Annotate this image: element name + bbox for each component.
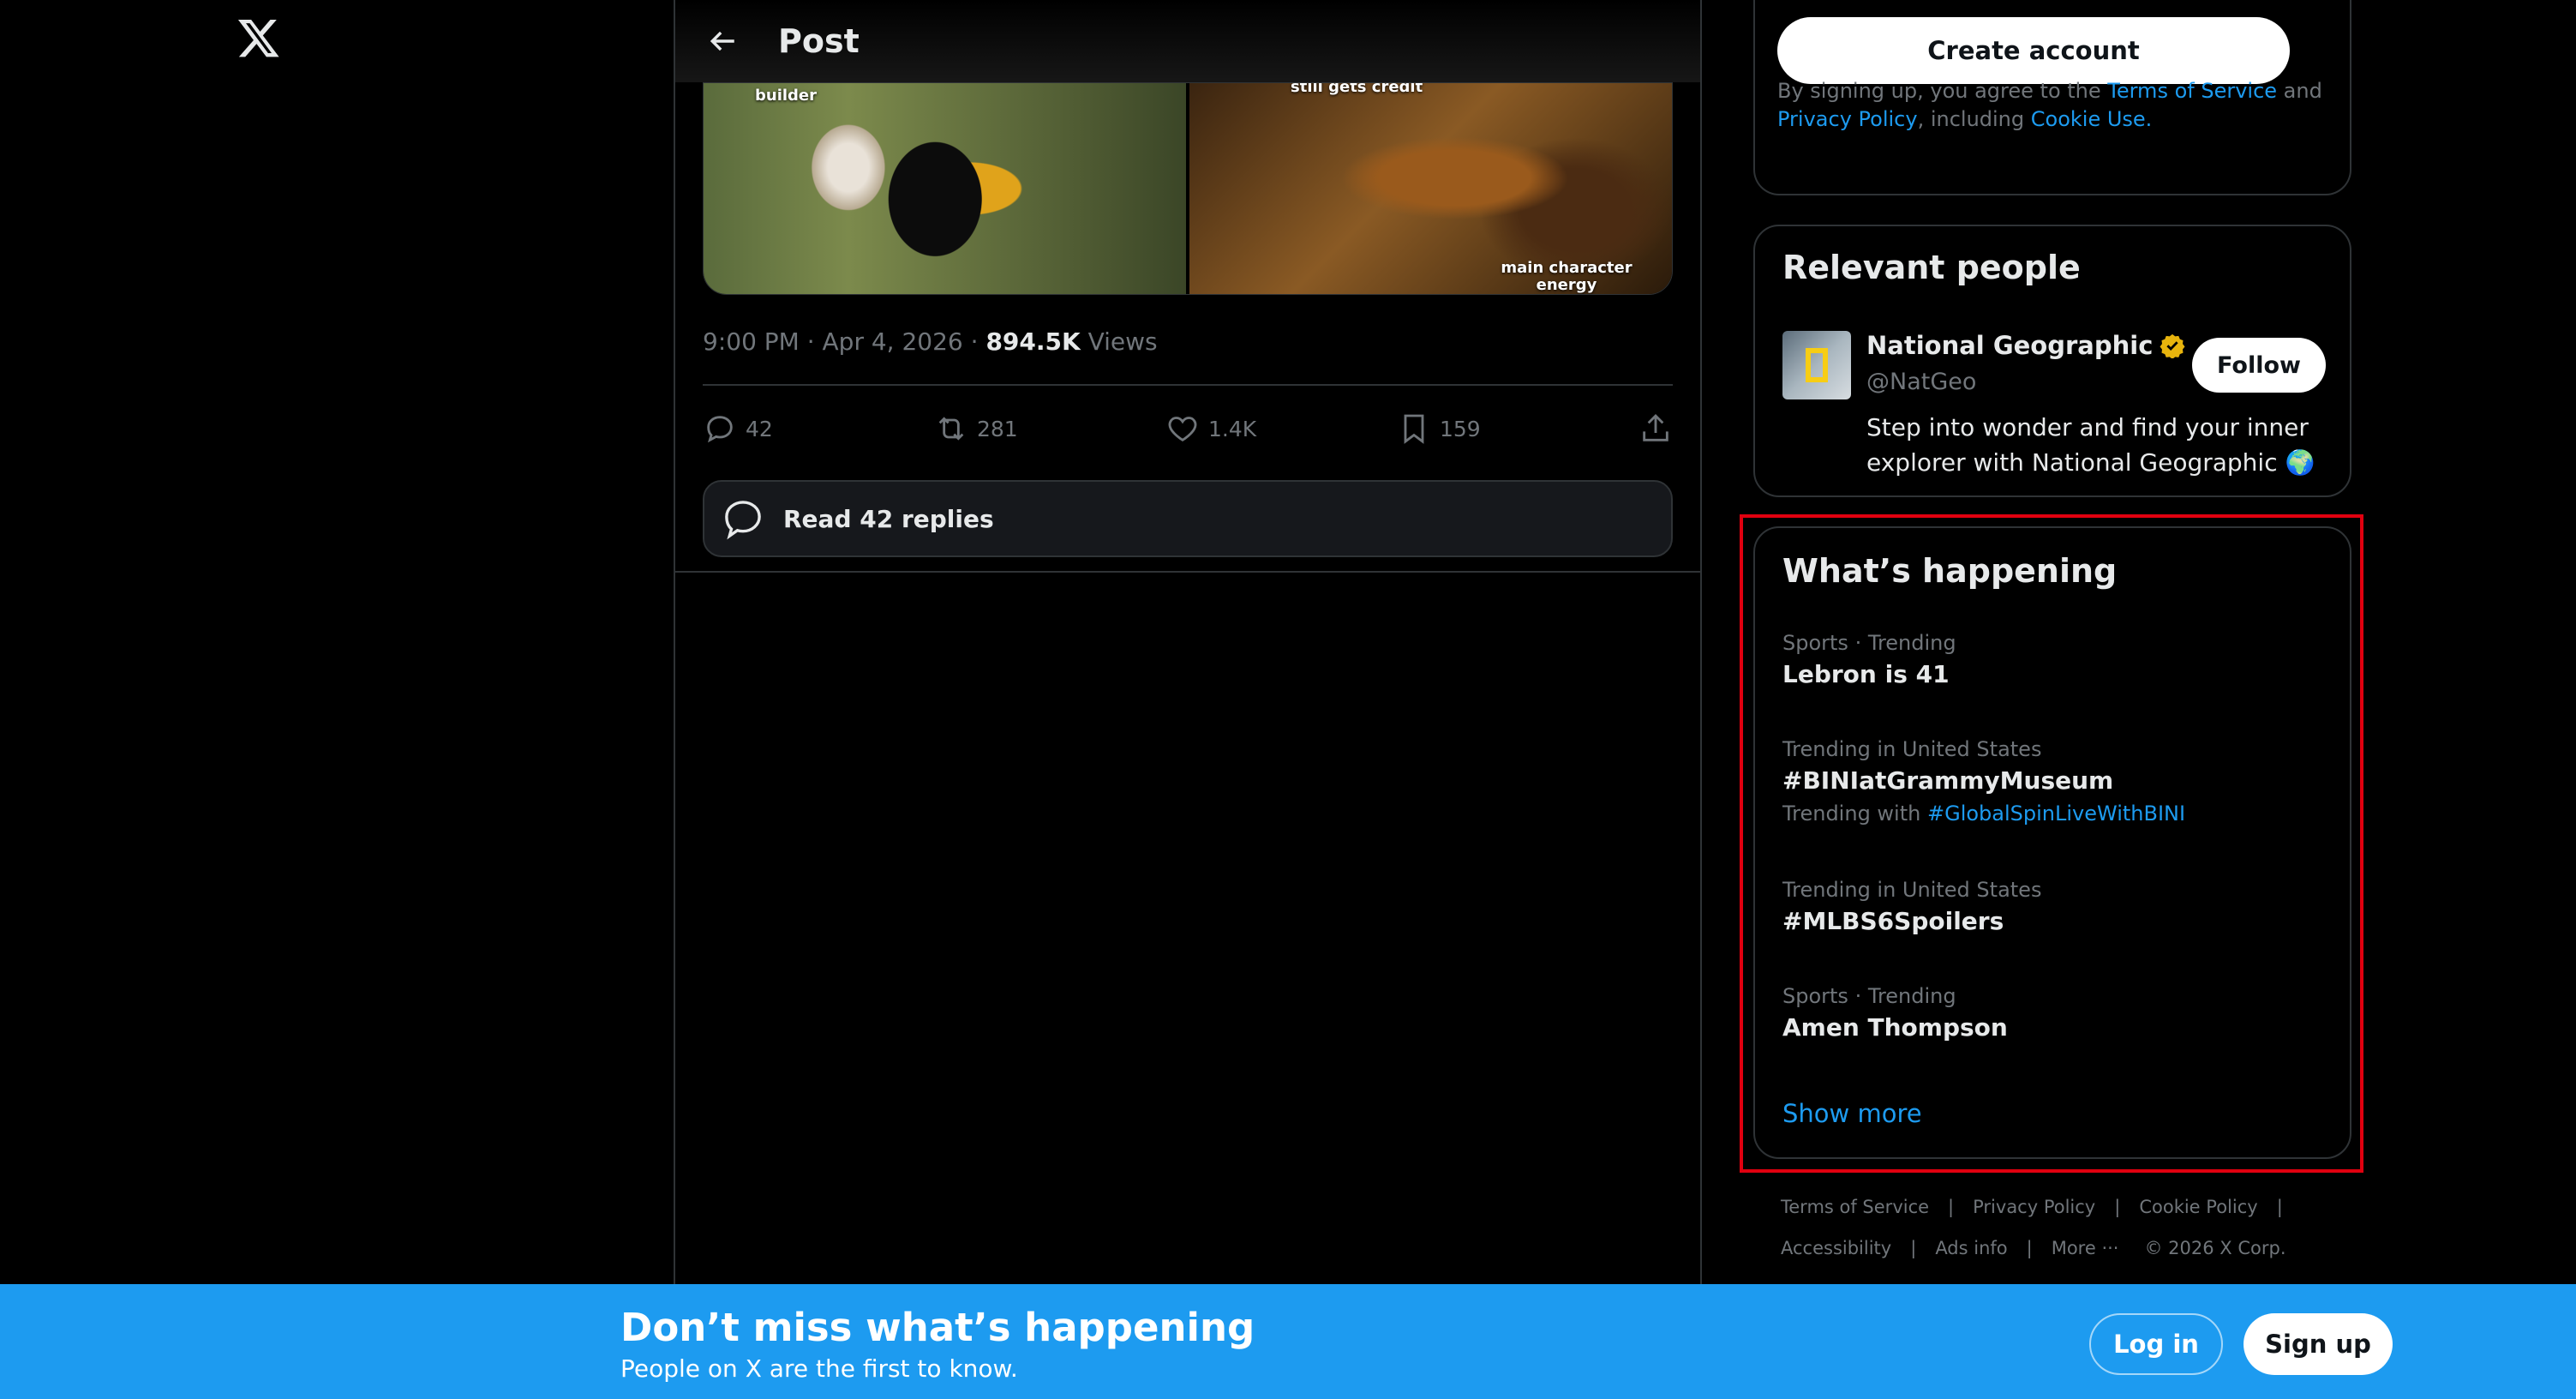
post-actions: 42 281 1.4K 159 [703, 403, 1673, 454]
post-views-count: 894.5K [985, 327, 1081, 356]
footer-more-button[interactable]: More ··· [2052, 1238, 2119, 1258]
terms-link[interactable]: Terms of Service [2107, 79, 2277, 103]
bookmark-count: 159 [1440, 416, 1481, 441]
like-button[interactable]: 1.4K [1165, 411, 1397, 446]
share-button[interactable] [1638, 411, 1673, 446]
banner-title: Don’t miss what’s happening [620, 1305, 1255, 1350]
reply-icon [707, 416, 733, 443]
natgeo-logo-icon [1806, 348, 1828, 382]
footer-privacy-link[interactable]: Privacy Policy [1973, 1197, 2095, 1217]
read-replies-button[interactable]: Read 42 replies [703, 480, 1673, 557]
profile-bio: Step into wonder and find your inner exp… [1866, 413, 2315, 477]
media-caption-right-top: still gets credit [1291, 82, 1423, 96]
back-button[interactable] [682, 0, 764, 82]
divider [703, 384, 1673, 386]
signup-legal-text: By signing up, you agree to the Terms of… [1777, 79, 2322, 131]
verified-badge-icon [2160, 333, 2185, 358]
cookie-link[interactable]: Cookie Use. [2031, 107, 2153, 131]
arrow-left-icon [710, 31, 734, 51]
signup-card: Create account By signing up, you agree … [1753, 0, 2351, 195]
footer-terms-link[interactable]: Terms of Service [1781, 1197, 1929, 1217]
divider [675, 571, 1700, 573]
bookmark-icon [1404, 414, 1424, 444]
highlight-box [1740, 514, 2363, 1173]
media-image-bumblebee[interactable]: builder [704, 83, 1186, 294]
footer-links-row2: Accessibility | Ads info | More ··· © 2026… [1781, 1238, 2286, 1258]
relevant-people-title: Relevant people [1782, 249, 2081, 286]
post-meta: 9:00 PM · Apr 4, 2026 · 894.5K Views [703, 327, 1158, 356]
reply-button[interactable]: 42 [703, 411, 934, 446]
login-button[interactable]: Log in [2089, 1313, 2223, 1375]
x-logo-icon[interactable] [237, 15, 281, 63]
banner-subtitle: People on X are the first to know. [620, 1354, 1018, 1383]
reply-count: 42 [746, 416, 773, 441]
page-title: Post [778, 22, 860, 60]
heart-icon [1168, 417, 1197, 441]
profile-handle: @NatGeo [1866, 369, 1977, 395]
bookmark-button[interactable]: 159 [1397, 411, 1628, 446]
avatar[interactable] [1782, 331, 1851, 399]
post-timestamp[interactable]: 9:00 PM · Apr 4, 2026 · [703, 327, 985, 356]
relevant-people-card: Relevant people National Geographic @Nat… [1753, 225, 2351, 497]
footer-links-row1: Terms of Service | Privacy Policy | Cookie… [1781, 1197, 2283, 1217]
share-icon [1643, 413, 1668, 441]
media-caption-right-bottom: main character energy [1501, 259, 1632, 294]
repost-icon [938, 417, 964, 441]
signup-button[interactable]: Sign up [2244, 1313, 2393, 1375]
footer-ads-link[interactable]: Ads info [1935, 1238, 2007, 1258]
media-image-honeybee[interactable]: still gets credit main character energy [1189, 83, 1672, 294]
chat-bubble-icon [725, 501, 761, 540]
signup-banner: Don’t miss what’s happening People on X … [0, 1284, 2576, 1399]
media-caption-left: builder [755, 87, 818, 105]
repost-count: 281 [977, 416, 1018, 441]
read-replies-label: Read 42 replies [783, 504, 994, 533]
post-media[interactable]: builder still gets credit main character… [703, 82, 1673, 295]
repost-button[interactable]: 281 [934, 411, 1165, 446]
post-header: Post [675, 0, 1700, 82]
follow-button[interactable]: Follow [2192, 338, 2326, 393]
create-account-button[interactable]: Create account [1777, 17, 2290, 84]
post-views-label: Views [1080, 327, 1158, 356]
privacy-link[interactable]: Privacy Policy [1777, 107, 1918, 131]
post-column: Post builder still gets credit main char… [674, 0, 1702, 1286]
footer-copyright: © 2026 X Corp. [2144, 1238, 2286, 1258]
footer-cookie-link[interactable]: Cookie Policy [2139, 1197, 2257, 1217]
like-count: 1.4K [1208, 416, 1257, 441]
footer-accessibility-link[interactable]: Accessibility [1781, 1238, 1891, 1258]
profile-name[interactable]: National Geographic [1866, 331, 2153, 360]
